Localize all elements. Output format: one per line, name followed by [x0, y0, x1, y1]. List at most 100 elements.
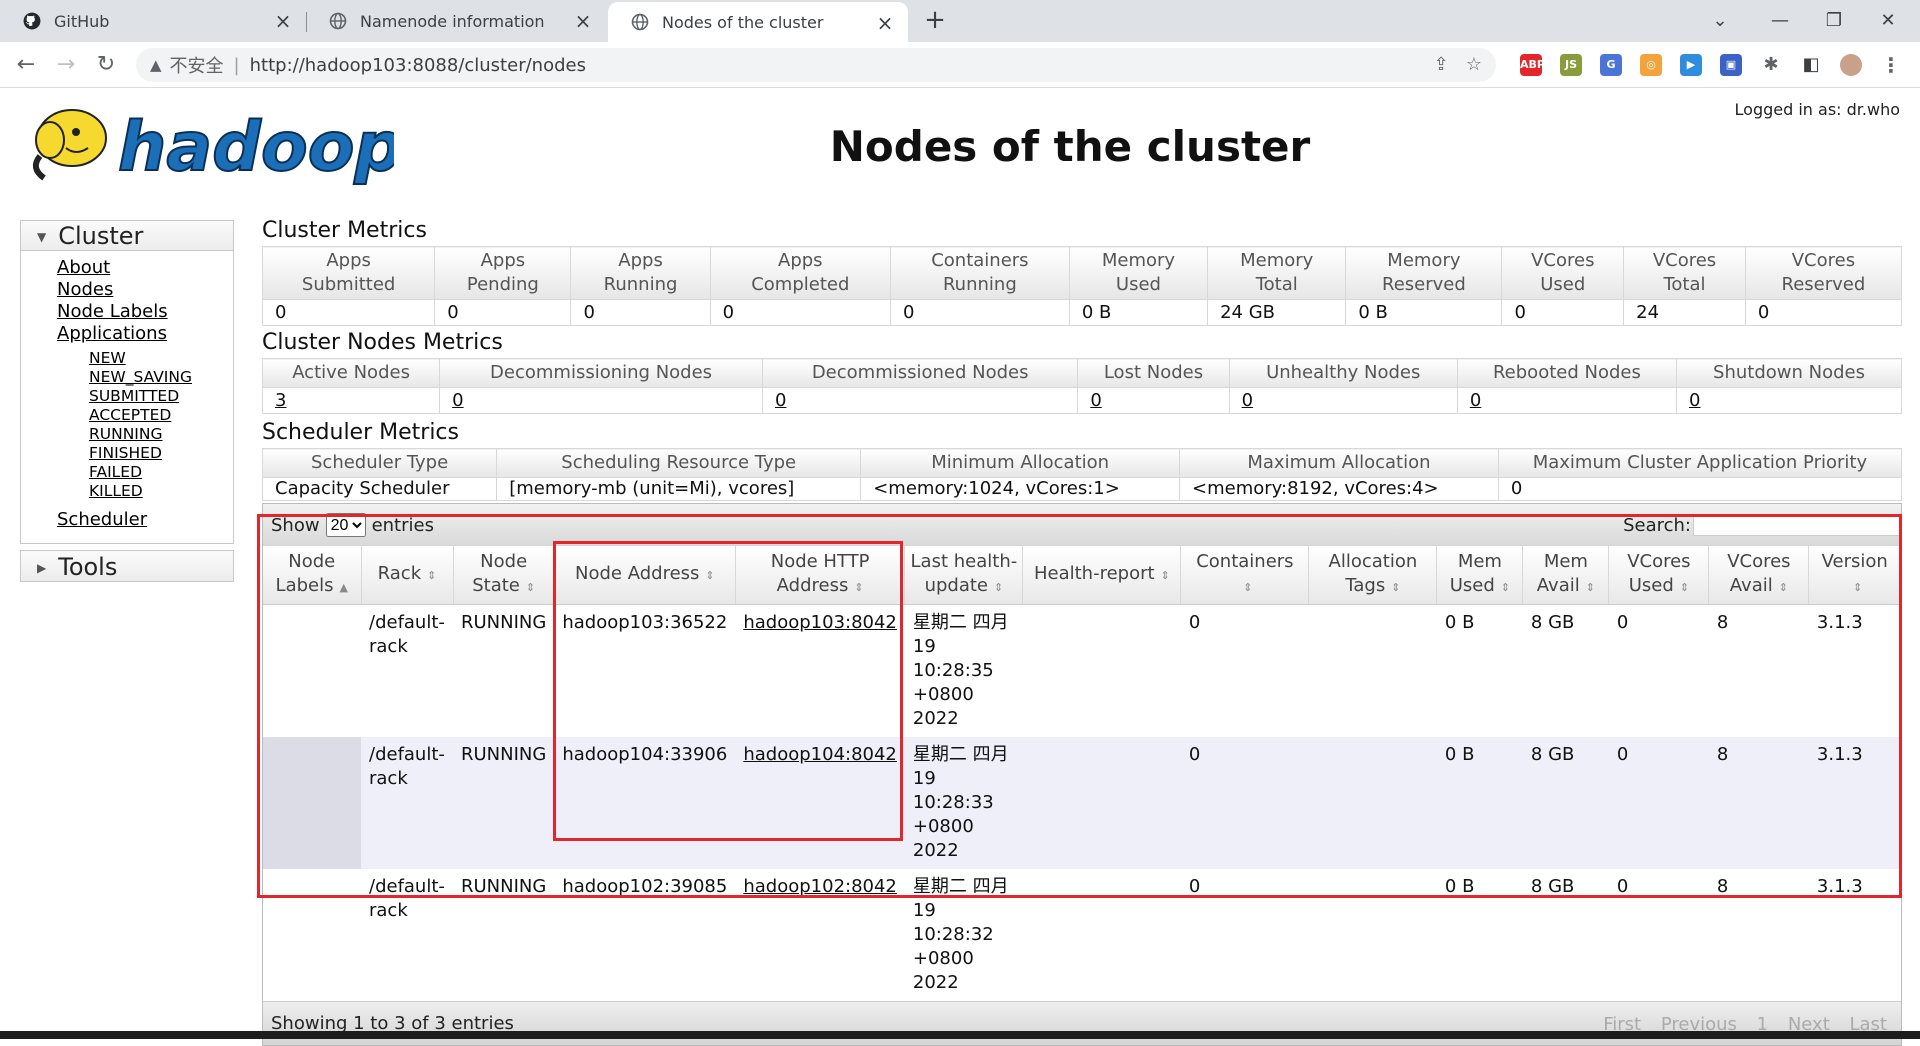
metric-value: 0: [570, 299, 711, 326]
table-row: /default-rack RUNNING hadoop102:39085 ha…: [263, 869, 1901, 1001]
js-extension-icon[interactable]: JS: [1560, 54, 1582, 76]
node-http-link[interactable]: hadoop103:8042: [743, 612, 897, 633]
page-size-select[interactable]: 20: [325, 513, 366, 537]
active-nodes-link[interactable]: 3: [275, 390, 286, 411]
health-report-cell: [1022, 869, 1181, 1001]
sidebar-item-accepted[interactable]: ACCEPTED: [89, 406, 233, 425]
avatar[interactable]: [1840, 54, 1862, 76]
sidebar-item-finished[interactable]: FINISHED: [89, 444, 233, 463]
col-mem-avail[interactable]: Mem Avail ⇕: [1522, 546, 1610, 605]
sidebar-item-submitted[interactable]: SUBMITTED: [89, 387, 233, 406]
sort-icon: ⇕: [854, 581, 864, 594]
close-icon[interactable]: ×: [874, 12, 896, 34]
tags-cell: [1308, 604, 1437, 737]
puzzle-icon[interactable]: ✱: [1760, 54, 1782, 76]
tab-search-icon[interactable]: ⌄: [1700, 6, 1740, 36]
col-version[interactable]: Version ⇕: [1808, 546, 1901, 605]
col-allocation-tags[interactable]: Allocation Tags ⇕: [1308, 546, 1438, 605]
sort-icon: ⇕: [525, 581, 536, 594]
metric-header: Active Nodes: [261, 358, 441, 388]
metric-header: Maximum Cluster Application Priority: [1497, 448, 1903, 478]
share-star-icons[interactable]: ⇪ ☆: [1434, 54, 1482, 75]
metric-header: Maximum Allocation: [1179, 448, 1499, 478]
decommissioned-nodes-link[interactable]: 0: [775, 390, 786, 411]
tab-title: GitHub: [54, 11, 110, 31]
sidepanel-icon[interactable]: ◧: [1800, 54, 1822, 76]
adblock-extension-icon[interactable]: ABP: [1520, 54, 1545, 76]
metric-value: 0: [1744, 299, 1903, 326]
forward-icon[interactable]: →: [52, 51, 80, 79]
col-node-labels[interactable]: Node Labels ▲: [263, 546, 362, 605]
close-icon[interactable]: ×: [572, 10, 594, 32]
extension-icon[interactable]: ▶: [1680, 54, 1702, 76]
node-http-link[interactable]: hadoop104:8042: [743, 744, 897, 765]
col-node-http-address[interactable]: Node HTTP Address ⇕: [735, 546, 906, 605]
node-labels-cell: [263, 869, 361, 1001]
tab-github[interactable]: GitHub ×: [0, 0, 306, 42]
col-node-address[interactable]: Node Address ⇕: [554, 546, 736, 605]
tools-section-toggle[interactable]: ▶ Tools: [20, 550, 234, 582]
unhealthy-nodes-link[interactable]: 0: [1242, 390, 1253, 411]
metric-value: 0 B: [1068, 299, 1209, 326]
col-last-health-update[interactable]: Last health-update ⇕: [904, 546, 1024, 605]
sidebar-item-killed[interactable]: KILLED: [89, 482, 233, 501]
vcores-used-cell: 0: [1608, 869, 1709, 1001]
sidebar-item-running[interactable]: RUNNING: [89, 425, 233, 444]
col-containers[interactable]: Containers ⇕: [1180, 546, 1310, 605]
metric-value: 24: [1623, 299, 1746, 326]
sidebar-item-nodes[interactable]: Nodes: [57, 279, 233, 301]
sort-asc-icon: ▲: [339, 581, 348, 594]
close-window-button[interactable]: ✕: [1868, 6, 1908, 36]
sidebar-item-new-saving[interactable]: NEW_SAVING: [89, 368, 233, 387]
close-icon[interactable]: ×: [272, 10, 294, 32]
metric-header: Apps Running: [570, 246, 711, 300]
col-vcores-avail[interactable]: VCores Avail ⇕: [1708, 546, 1810, 605]
sidebar-item-about[interactable]: About: [57, 257, 233, 279]
minimize-button[interactable]: —: [1760, 6, 1800, 36]
main-content: Cluster Metrics Apps Submitted Apps Pendin…: [261, 216, 1903, 1046]
taskbar: [0, 1031, 1920, 1039]
translate-extension-icon[interactable]: G: [1600, 54, 1622, 76]
globe-icon: [630, 12, 650, 32]
sidebar-item-new[interactable]: NEW: [89, 349, 233, 368]
save-extension-icon[interactable]: ▣: [1720, 54, 1742, 76]
tab-nodes-of-cluster[interactable]: Nodes of the cluster ×: [608, 2, 908, 42]
sidebar-item-node-labels[interactable]: Node Labels: [57, 301, 233, 323]
col-rack[interactable]: Rack ⇕: [361, 546, 454, 605]
shutdown-nodes-link[interactable]: 0: [1689, 390, 1700, 411]
search-input[interactable]: [1693, 514, 1901, 536]
back-icon[interactable]: ←: [12, 51, 40, 79]
extension-icon[interactable]: ◎: [1640, 54, 1662, 76]
containers-cell: 0: [1180, 604, 1309, 737]
col-node-state[interactable]: Node State ⇕: [453, 546, 555, 605]
col-mem-used[interactable]: Mem Used ⇕: [1436, 546, 1524, 605]
rebooted-nodes-link[interactable]: 0: [1470, 390, 1481, 411]
sidebar-item-failed[interactable]: FAILED: [89, 463, 233, 482]
tab-namenode[interactable]: Namenode information ×: [306, 0, 606, 42]
new-tab-button[interactable]: +: [922, 7, 948, 34]
menu-icon[interactable]: ⋮: [1880, 54, 1902, 76]
address-bar: ← → ↻ ▲ 不安全 | http://hadoop103:8088/clus…: [0, 42, 1920, 88]
cluster-section-toggle[interactable]: ▼ Cluster: [21, 221, 233, 251]
reload-icon[interactable]: ↻: [92, 51, 120, 79]
sort-icon: ⇕: [427, 569, 437, 582]
sidebar-item-applications[interactable]: Applications: [57, 323, 233, 345]
lost-nodes-link[interactable]: 0: [1090, 390, 1101, 411]
github-icon: [22, 11, 42, 31]
sidebar-item-scheduler[interactable]: Scheduler: [57, 509, 233, 531]
tags-cell: [1308, 869, 1437, 1001]
datatable-toolbar: Show 20 entries Search:: [263, 504, 1901, 546]
maximize-button[interactable]: ❐: [1814, 6, 1854, 36]
col-vcores-used[interactable]: VCores Used ⇕: [1608, 546, 1710, 605]
url-input[interactable]: ▲ 不安全 | http://hadoop103:8088/cluster/no…: [136, 48, 1496, 82]
node-http-link[interactable]: hadoop102:8042: [743, 876, 897, 897]
entries-label: entries: [371, 514, 434, 536]
mem-avail-cell: 8 GB: [1522, 869, 1609, 1001]
decommissioning-nodes-link[interactable]: 0: [452, 390, 463, 411]
search-box: Search:: [1623, 514, 1901, 536]
metric-header: Scheduling Resource Type: [496, 448, 862, 478]
mem-avail-cell: 8 GB: [1522, 737, 1609, 869]
metric-header: Minimum Allocation: [860, 448, 1181, 478]
vcores-avail-cell: 8: [1708, 737, 1809, 869]
col-health-report[interactable]: Health-report ⇕: [1022, 546, 1182, 605]
